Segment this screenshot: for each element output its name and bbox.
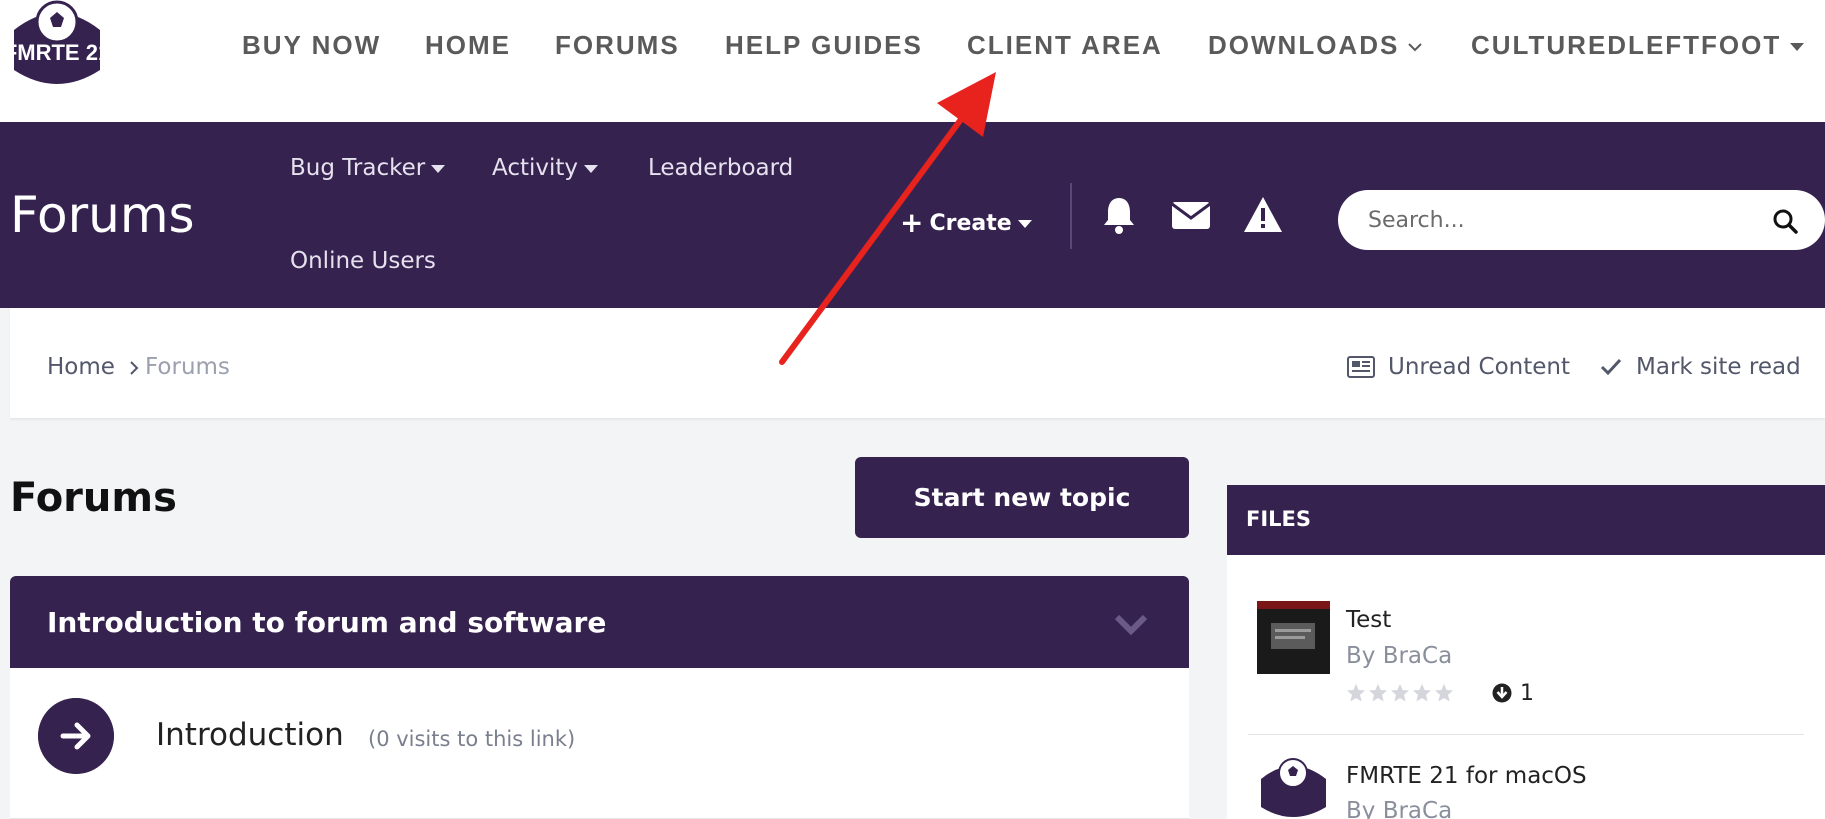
- top-navigation: FMRTE 21 BUY NOW HOME FORUMS HELP GUIDES…: [0, 0, 1825, 122]
- download-count: 1: [1492, 681, 1534, 706]
- nav-label: Bug Tracker: [290, 155, 426, 181]
- star-icon: [1369, 684, 1387, 702]
- envelope-icon[interactable]: [1170, 194, 1212, 236]
- chevron-right-icon: [130, 361, 139, 375]
- mark-site-read-link[interactable]: Mark site read: [1636, 354, 1801, 380]
- topnav-label: HOME: [425, 30, 511, 60]
- page-title: Forums: [10, 475, 177, 521]
- nav-label: Activity: [492, 155, 579, 181]
- file-author[interactable]: By BraCa: [1346, 798, 1452, 819]
- breadcrumb-home[interactable]: Home: [47, 354, 115, 380]
- breadcrumb-current: Forums: [145, 354, 230, 380]
- checkmark-icon: [1600, 358, 1622, 376]
- forum-title[interactable]: Introduction: [156, 717, 344, 753]
- files-widget-header: [1227, 485, 1825, 555]
- topnav-downloads[interactable]: DOWNLOADS: [1208, 30, 1423, 61]
- search-input[interactable]: [1368, 202, 1748, 238]
- chevron-down-icon[interactable]: [1114, 612, 1148, 636]
- nav-leaderboard[interactable]: Leaderboard: [648, 155, 793, 181]
- topnav-client-area[interactable]: CLIENT AREA: [967, 30, 1163, 61]
- topnav-label: BUY NOW: [242, 30, 382, 60]
- caret-down-icon: [431, 164, 446, 173]
- fmrte-logo[interactable]: FMRTE 21: [6, 0, 108, 94]
- caret-down-icon: [1790, 43, 1805, 52]
- topnav-label: CULTUREDLEFTFOOT: [1471, 30, 1782, 60]
- start-new-topic-button[interactable]: Start new topic: [855, 457, 1189, 538]
- plus-icon: +: [900, 206, 924, 239]
- file-title[interactable]: Test: [1346, 607, 1391, 633]
- file-author[interactable]: By BraCa: [1346, 643, 1452, 669]
- caret-down-icon: [1017, 220, 1032, 228]
- topnav-label: HELP GUIDES: [725, 30, 923, 60]
- caret-down-icon: [584, 164, 599, 173]
- bell-icon[interactable]: [1098, 194, 1140, 236]
- files-widget-title: FILES: [1246, 507, 1312, 531]
- nav-bug-tracker[interactable]: Bug Tracker: [290, 155, 446, 181]
- topnav-buy-now[interactable]: BUY NOW: [242, 30, 381, 61]
- nav-activity[interactable]: Activity: [492, 155, 599, 181]
- star-icon: [1413, 684, 1431, 702]
- topnav-home[interactable]: HOME: [425, 30, 511, 61]
- download-icon: [1492, 683, 1512, 703]
- create-button[interactable]: + Create: [900, 206, 1032, 239]
- file-title[interactable]: FMRTE 21 for macOS: [1346, 763, 1587, 789]
- star-icon: [1347, 684, 1365, 702]
- topnav-label: DOWNLOADS: [1208, 30, 1400, 60]
- site-title: Forums: [10, 186, 195, 244]
- category-title[interactable]: Introduction to forum and software: [47, 606, 606, 639]
- file-thumbnail[interactable]: [1257, 601, 1330, 674]
- nav-online-users[interactable]: Online Users: [290, 248, 436, 274]
- arrow-right-icon[interactable]: [38, 698, 114, 774]
- warning-icon[interactable]: [1242, 194, 1284, 236]
- search-icon[interactable]: [1772, 208, 1798, 234]
- star-icon: [1435, 684, 1453, 702]
- screenshot-thumbnail-icon: [1257, 601, 1330, 674]
- unread-content-link[interactable]: Unread Content: [1388, 354, 1570, 380]
- fmrte-logo-icon: [1261, 758, 1326, 817]
- logo-text: FMRTE 21: [6, 40, 108, 65]
- star-icon: [1391, 684, 1409, 702]
- create-label: Create: [929, 211, 1012, 236]
- chevron-down-icon: [1408, 43, 1423, 52]
- topnav-help-guides[interactable]: HELP GUIDES: [725, 30, 923, 61]
- download-count-value: 1: [1520, 681, 1534, 706]
- header-divider: [1070, 183, 1072, 249]
- search-box: [1338, 190, 1825, 250]
- rating-stars: [1346, 683, 1456, 707]
- topnav-label: CLIENT AREA: [967, 30, 1163, 60]
- nav-label: Leaderboard: [648, 155, 794, 181]
- file-thumbnail[interactable]: [1257, 757, 1330, 819]
- topnav-user-menu[interactable]: CULTUREDLEFTFOOT: [1471, 30, 1805, 61]
- file-divider: [1248, 734, 1804, 735]
- forum-visits: (0 visits to this link): [368, 727, 576, 751]
- newspaper-icon: [1347, 356, 1375, 378]
- nav-label: Online Users: [290, 248, 436, 274]
- topnav-forums[interactable]: FORUMS: [555, 30, 680, 61]
- topnav-label: FORUMS: [555, 30, 680, 60]
